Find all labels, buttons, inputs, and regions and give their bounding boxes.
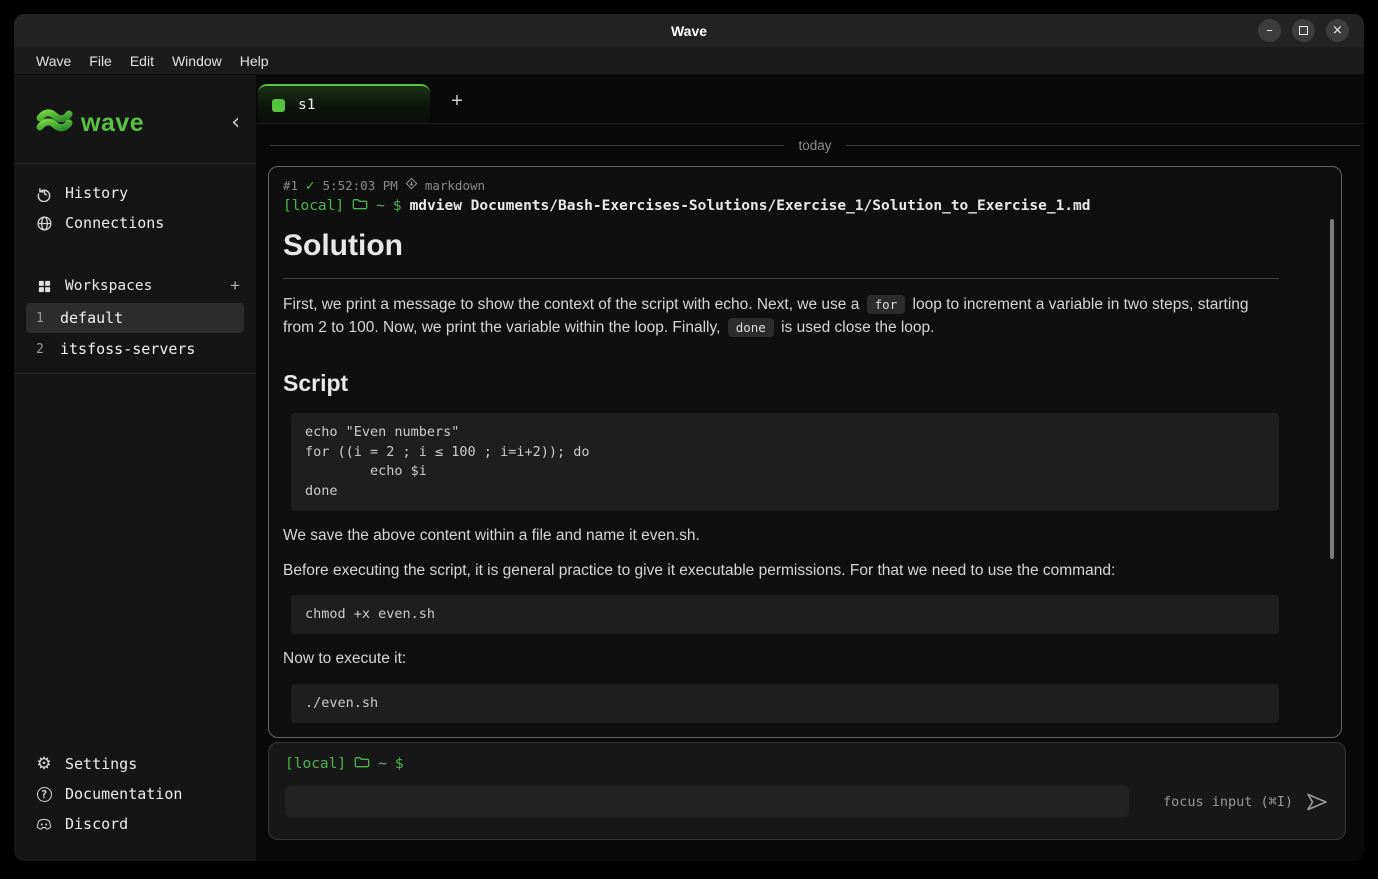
main-area: s1 + today #1 ✓ 5:52:03 PM [256, 75, 1364, 861]
save-note: We save the above content within a file … [283, 524, 1279, 547]
question-icon: ? [34, 787, 54, 802]
workspace-list: 1default2itsfoss-servers [14, 303, 256, 364]
sidebar-divider [14, 163, 256, 164]
input-prompt: [local] ~ $ [285, 755, 1329, 773]
workspace-name: default [60, 309, 123, 327]
sidebar-nav: History Connections [14, 178, 256, 238]
prompt-symbol: $ [395, 756, 404, 772]
sidebar-item-discord[interactable]: Discord [14, 809, 256, 839]
script-code-block: echo "Even numbers" for ((i = 2 ; i ≤ 10… [291, 413, 1279, 511]
titlebar: Wave – × [14, 14, 1364, 47]
sidebar-item-documentation[interactable]: ? Documentation [14, 779, 256, 809]
grid-icon [34, 279, 54, 294]
sidebar-item-label: Connections [65, 214, 164, 232]
chmod-code-block: chmod +x even.sh [291, 595, 1279, 635]
folder-icon [352, 197, 368, 215]
block-time: 5:52:03 PM [323, 178, 398, 193]
check-icon: ✓ [305, 178, 315, 193]
minimize-button[interactable]: – [1258, 19, 1281, 42]
host-label: [local] [283, 198, 344, 214]
scrollbar-thumb[interactable] [1330, 219, 1334, 559]
sidebar-collapse-button[interactable]: ‹ [231, 112, 240, 134]
gear-icon: ⚙ [34, 756, 54, 773]
add-workspace-button[interactable]: + [230, 276, 240, 296]
history-icon [34, 185, 54, 202]
command-input[interactable] [285, 786, 1129, 817]
block-header: #1 ✓ 5:52:03 PM markdown [283, 177, 1327, 193]
window-title: Wave [671, 23, 707, 39]
command-text: mdview Documents/Bash-Exercises-Solution… [410, 198, 1091, 214]
divider-line-right [846, 145, 1360, 146]
menu-item-window[interactable]: Window [163, 53, 231, 69]
sidebar-item-history[interactable]: History [14, 178, 256, 208]
terminal-block[interactable]: #1 ✓ 5:52:03 PM markdown [local] [268, 166, 1342, 738]
markdown-view: Solution First, we print a message to sh… [283, 223, 1327, 738]
divider-line-left [270, 145, 784, 146]
block-index: #1 [283, 178, 298, 193]
app-window: Wave – × WaveFileEditWindowHelp [14, 14, 1364, 861]
workspaces-header: Workspaces + [14, 270, 256, 302]
tab-s1[interactable]: s1 [258, 84, 430, 124]
workspace-name: itsfoss-servers [60, 340, 195, 358]
workspace-item-default[interactable]: 1default [26, 303, 244, 333]
wave-logo-icon [34, 107, 74, 139]
sidebar-footer: ⚙ Settings? Documentation Discord [14, 749, 256, 839]
menu-item-wave[interactable]: Wave [27, 53, 80, 69]
discord-icon [34, 817, 54, 832]
command-input-panel: [local] ~ $ focus input (⌘I) [268, 742, 1346, 840]
sidebar-item-connections[interactable]: Connections [14, 208, 256, 238]
close-icon: × [1332, 23, 1343, 38]
prompt-symbol: $ [393, 198, 402, 214]
sidebar: wave ‹ History Connections Workspaces + 1… [14, 75, 256, 861]
cwd-label: ~ [376, 198, 385, 214]
intro-paragraph: First, we print a message to show the co… [283, 293, 1279, 340]
send-icon[interactable] [1305, 792, 1329, 812]
workspace-index: 1 [36, 311, 60, 326]
host-label: [local] [285, 756, 346, 772]
workspace-content: today #1 ✓ 5:52:03 PM [256, 124, 1364, 861]
markdown-icon [405, 177, 418, 193]
workspace-index: 2 [36, 342, 60, 357]
cwd-label: ~ [378, 756, 387, 772]
menu-item-edit[interactable]: Edit [121, 53, 163, 69]
focus-input-hint: focus input (⌘I) [1163, 794, 1293, 810]
menu-bar: WaveFileEditWindowHelp [14, 47, 1364, 75]
workspaces-label: Workspaces [65, 278, 152, 294]
folder-icon [354, 755, 370, 773]
sidebar-logo-row: wave ‹ [34, 107, 240, 139]
maximize-button[interactable] [1292, 19, 1315, 42]
workspace-divider [14, 373, 256, 374]
new-tab-button[interactable]: + [442, 86, 472, 116]
sidebar-item-label: Documentation [65, 785, 182, 803]
run-code-block: ./even.sh [291, 684, 1279, 724]
inline-code: done [728, 318, 774, 337]
sidebar-item-settings[interactable]: ⚙ Settings [14, 749, 256, 779]
sidebar-item-label: Settings [65, 755, 137, 773]
markdown-title: Solution [283, 223, 1279, 279]
tab-label: s1 [298, 97, 315, 113]
logo-text: wave [81, 109, 144, 138]
timeline-divider: today [270, 137, 1360, 153]
menu-item-file[interactable]: File [80, 53, 121, 69]
maximize-icon [1299, 26, 1308, 35]
script-heading: Script [283, 366, 1279, 401]
block-type-label: markdown [425, 178, 485, 193]
window-controls: – × [1258, 19, 1349, 42]
globe-icon [34, 215, 54, 232]
menu-item-help[interactable]: Help [231, 53, 278, 69]
tab-status-square [272, 99, 285, 112]
minimize-icon: – [1266, 23, 1273, 38]
sidebar-item-label: History [65, 184, 128, 202]
workspace-item-itsfoss-servers[interactable]: 2itsfoss-servers [26, 334, 244, 364]
chmod-note: Before executing the script, it is gener… [283, 559, 1279, 582]
inline-code: for [867, 295, 906, 314]
execute-note: Now to execute it: [283, 647, 1279, 670]
command-line: [local] ~ $ mdview Documents/Bash-Exerci… [283, 197, 1327, 215]
sidebar-item-label: Discord [65, 815, 128, 833]
divider-label: today [784, 138, 845, 153]
close-button[interactable]: × [1326, 19, 1349, 42]
tab-bar: s1 + [256, 75, 1364, 124]
input-row: focus input (⌘I) [285, 786, 1329, 817]
